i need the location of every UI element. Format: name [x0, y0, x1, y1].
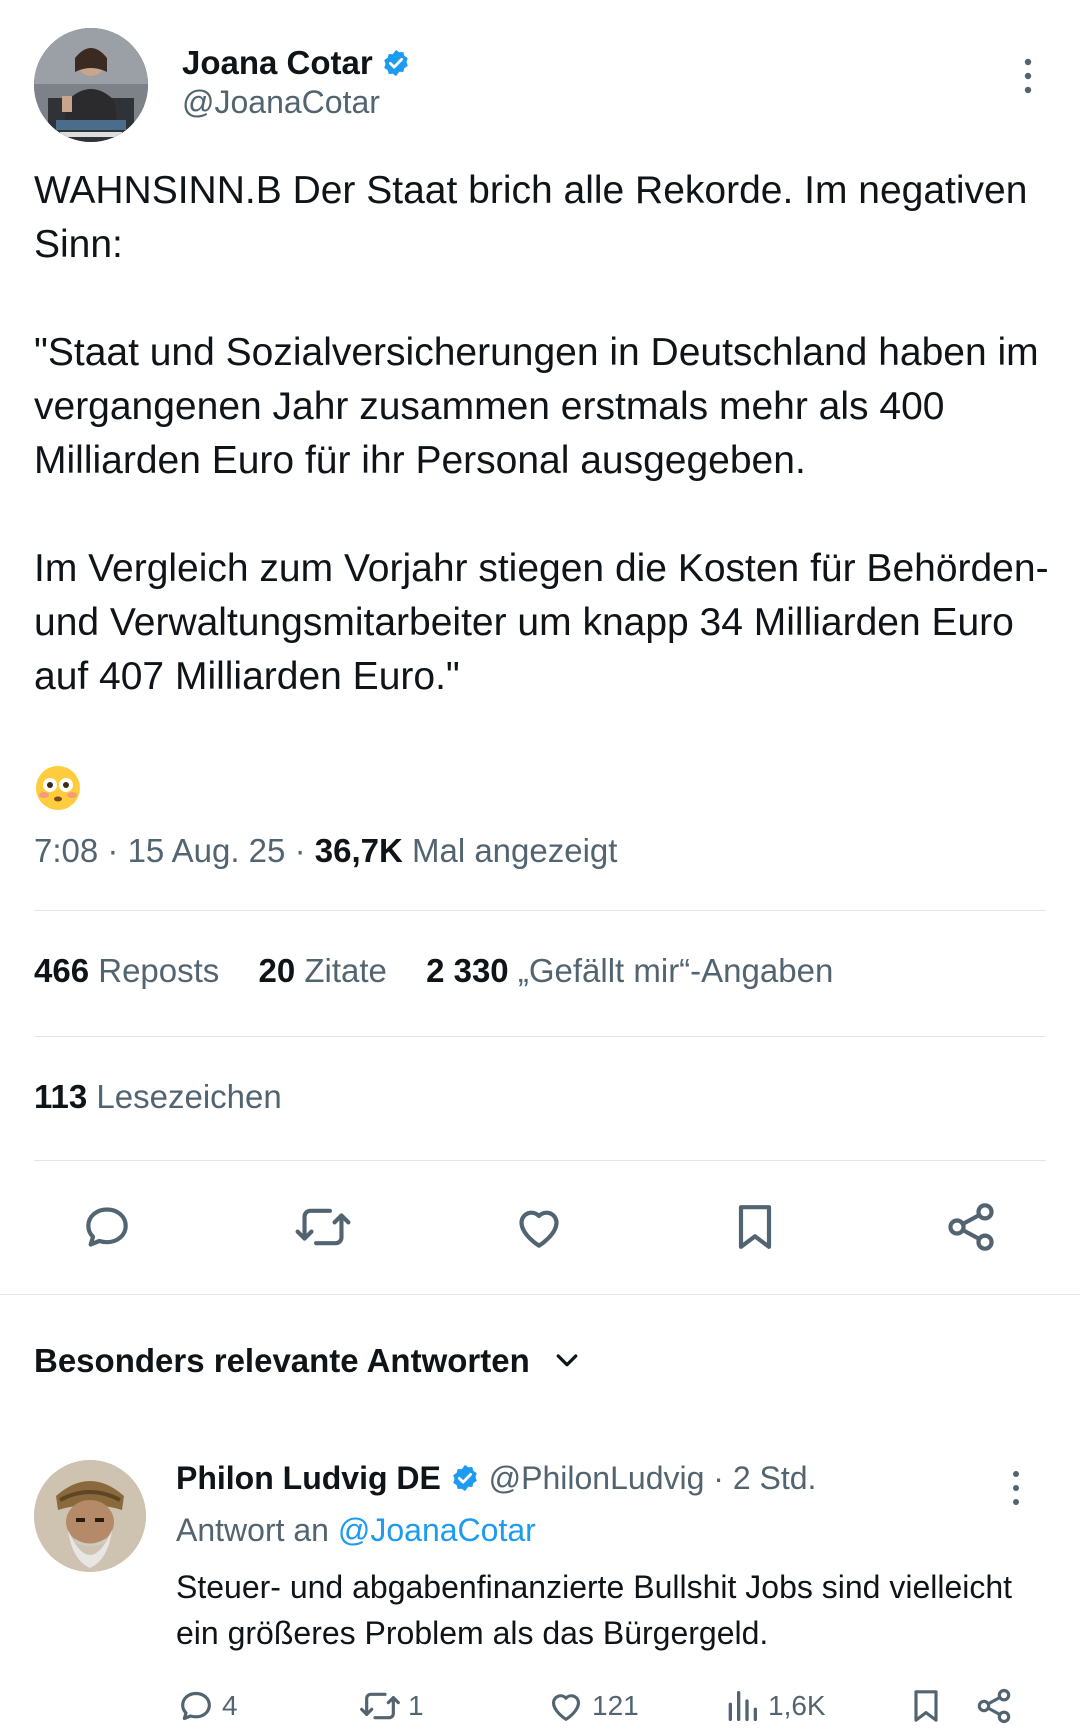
quotes-stat[interactable]: 20 Zitate	[258, 952, 386, 989]
share-icon	[977, 1688, 1011, 1724]
chevron-down-icon	[556, 1354, 578, 1367]
verified-badge-icon	[450, 1463, 480, 1501]
likes-count: 2 330	[426, 952, 509, 989]
quotes-count: 20	[258, 952, 296, 989]
bookmark-icon	[914, 1690, 938, 1722]
divider	[34, 910, 1046, 911]
meta-separator: ·	[107, 832, 119, 869]
views-count: 36,7K	[314, 832, 403, 869]
likes-label: „Gefällt mir“-Angaben	[517, 952, 834, 989]
flushed-face-icon	[34, 764, 82, 812]
bookmarks-count: 113	[34, 1078, 88, 1115]
reply-reply-count: 4	[222, 1690, 238, 1721]
author-handle[interactable]: @JoanaCotar	[182, 84, 380, 121]
verified-badge-icon	[381, 48, 411, 86]
repost-icon[interactable]	[288, 1192, 358, 1262]
reposts-stat[interactable]: 466 Reposts	[34, 952, 219, 989]
reply-to-line: Antwort an @JoanaCotar	[176, 1512, 536, 1549]
reply-like-button[interactable]: 121	[546, 1680, 639, 1732]
bookmark-icon[interactable]	[720, 1192, 790, 1262]
reply-icon	[181, 1691, 211, 1721]
reply-icon[interactable]	[72, 1192, 142, 1262]
reply-time[interactable]: 2 Std.	[733, 1460, 817, 1496]
reply-author-name[interactable]: Philon Ludvig DE	[176, 1460, 441, 1496]
reposts-count: 466	[34, 952, 90, 989]
reposts-label: Reposts	[98, 952, 220, 989]
bookmarks-stat[interactable]: 113 Lesezeichen	[34, 1078, 282, 1116]
analytics-icon	[728, 1691, 757, 1721]
meta-separator: ·	[294, 832, 306, 869]
reply-repost-button[interactable]: 1	[358, 1680, 424, 1732]
tweet-text: WAHNSINN.B Der Staat brich alle Rekorde.…	[34, 169, 1049, 698]
views-label: Mal angezeigt	[411, 832, 618, 869]
reply-views-button[interactable]: 1,6K	[722, 1680, 826, 1732]
reply-action-bar: 4 1 121 1,6K	[176, 1680, 1056, 1732]
reply-author-handle[interactable]: @PhilonLudvig	[489, 1460, 705, 1496]
reply-header: Philon Ludvig DE @PhilonLudvig · 2 Std.	[176, 1460, 816, 1501]
reply-view-count: 1,6K	[768, 1690, 826, 1721]
section-divider	[0, 1294, 1080, 1295]
replies-sort-dropdown[interactable]: Besonders relevante Antworten	[34, 1342, 582, 1380]
reply-reply-button[interactable]: 4	[176, 1680, 238, 1732]
divider	[34, 1036, 1046, 1037]
reply-share-button[interactable]	[974, 1680, 1014, 1732]
replies-sort-label: Besonders relevante Antworten	[34, 1342, 530, 1379]
author-avatar[interactable]	[34, 28, 148, 142]
reply-text: Steuer- und abgabenfinanzierte Bullshit …	[176, 1569, 1013, 1651]
reply-to-mention-link[interactable]: @JoanaCotar	[338, 1512, 536, 1548]
divider	[34, 1160, 1046, 1161]
bookmarks-label: Lesezeichen	[96, 1078, 282, 1115]
meta-separator: ·	[713, 1460, 724, 1496]
author-name[interactable]: Joana Cotar	[182, 44, 411, 86]
reply-item[interactable]: Philon Ludvig DE @PhilonLudvig · 2 Std. …	[0, 1456, 1080, 1736]
reply-bookmark-button[interactable]	[906, 1680, 946, 1732]
likes-stat[interactable]: 2 330 „Gefällt mir“-Angaben	[426, 952, 833, 989]
tweet-action-bar	[0, 1192, 1080, 1262]
author-name-text[interactable]: Joana Cotar	[182, 44, 373, 81]
quotes-label: Zitate	[304, 952, 387, 989]
like-icon[interactable]	[504, 1192, 574, 1262]
more-options-icon[interactable]	[1018, 56, 1038, 96]
reply-repost-count: 1	[408, 1690, 424, 1721]
tweet-meta: 7:08 · 15 Aug. 25 · 36,7K Mal angezeigt	[34, 832, 617, 870]
share-icon[interactable]	[936, 1192, 1006, 1262]
engagement-stats: 466 Reposts 20 Zitate 2 330 „Gefällt mir…	[34, 952, 863, 990]
tweet-date[interactable]: 15 Aug. 25	[128, 832, 286, 869]
reply-author-avatar[interactable]	[34, 1460, 146, 1572]
tweet-header: Joana Cotar @JoanaCotar	[34, 28, 1046, 144]
reply-like-count: 121	[592, 1690, 639, 1721]
like-icon	[551, 1694, 581, 1721]
repost-icon	[360, 1692, 400, 1720]
more-options-icon[interactable]	[1006, 1468, 1026, 1508]
tweet-time[interactable]: 7:08	[34, 832, 98, 869]
reply-to-label: Antwort an	[176, 1512, 329, 1548]
